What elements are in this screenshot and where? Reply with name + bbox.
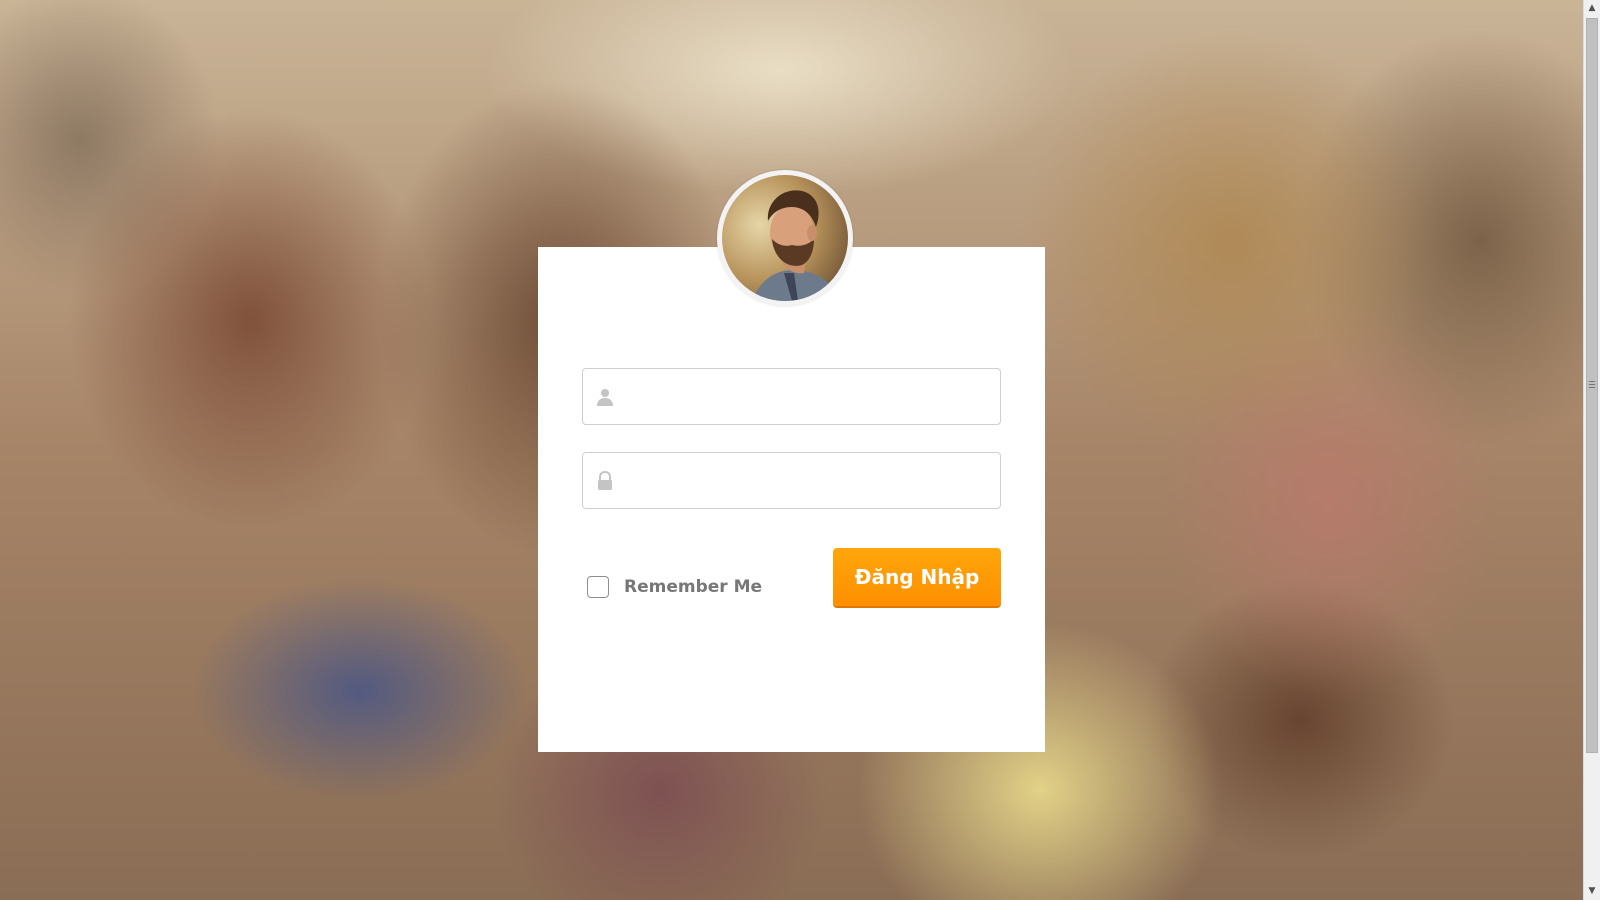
remember-me[interactable]: Remember Me — [587, 574, 762, 600]
user-icon — [597, 389, 613, 406]
vertical-scrollbar[interactable]: ▲ ▼ — [1583, 0, 1600, 900]
avatar-photo — [722, 175, 848, 301]
remember-me-checkbox[interactable] — [587, 576, 609, 598]
password-input[interactable] — [625, 453, 990, 508]
scrollbar-thumb[interactable] — [1586, 18, 1598, 753]
login-button[interactable]: Đăng Nhập — [833, 548, 1001, 606]
user-avatar — [717, 170, 853, 306]
lock-icon — [598, 471, 612, 490]
scroll-up-arrow-icon[interactable]: ▲ — [1584, 0, 1600, 17]
username-input[interactable] — [625, 369, 990, 424]
password-field[interactable] — [582, 452, 1001, 509]
username-field[interactable] — [582, 368, 1001, 425]
login-page: Remember Me Đăng Nhập ▲ ▼ — [0, 0, 1600, 900]
remember-me-label[interactable]: Remember Me — [624, 577, 762, 597]
scroll-down-arrow-icon[interactable]: ▼ — [1584, 883, 1600, 900]
grip-icon — [1589, 381, 1595, 388]
